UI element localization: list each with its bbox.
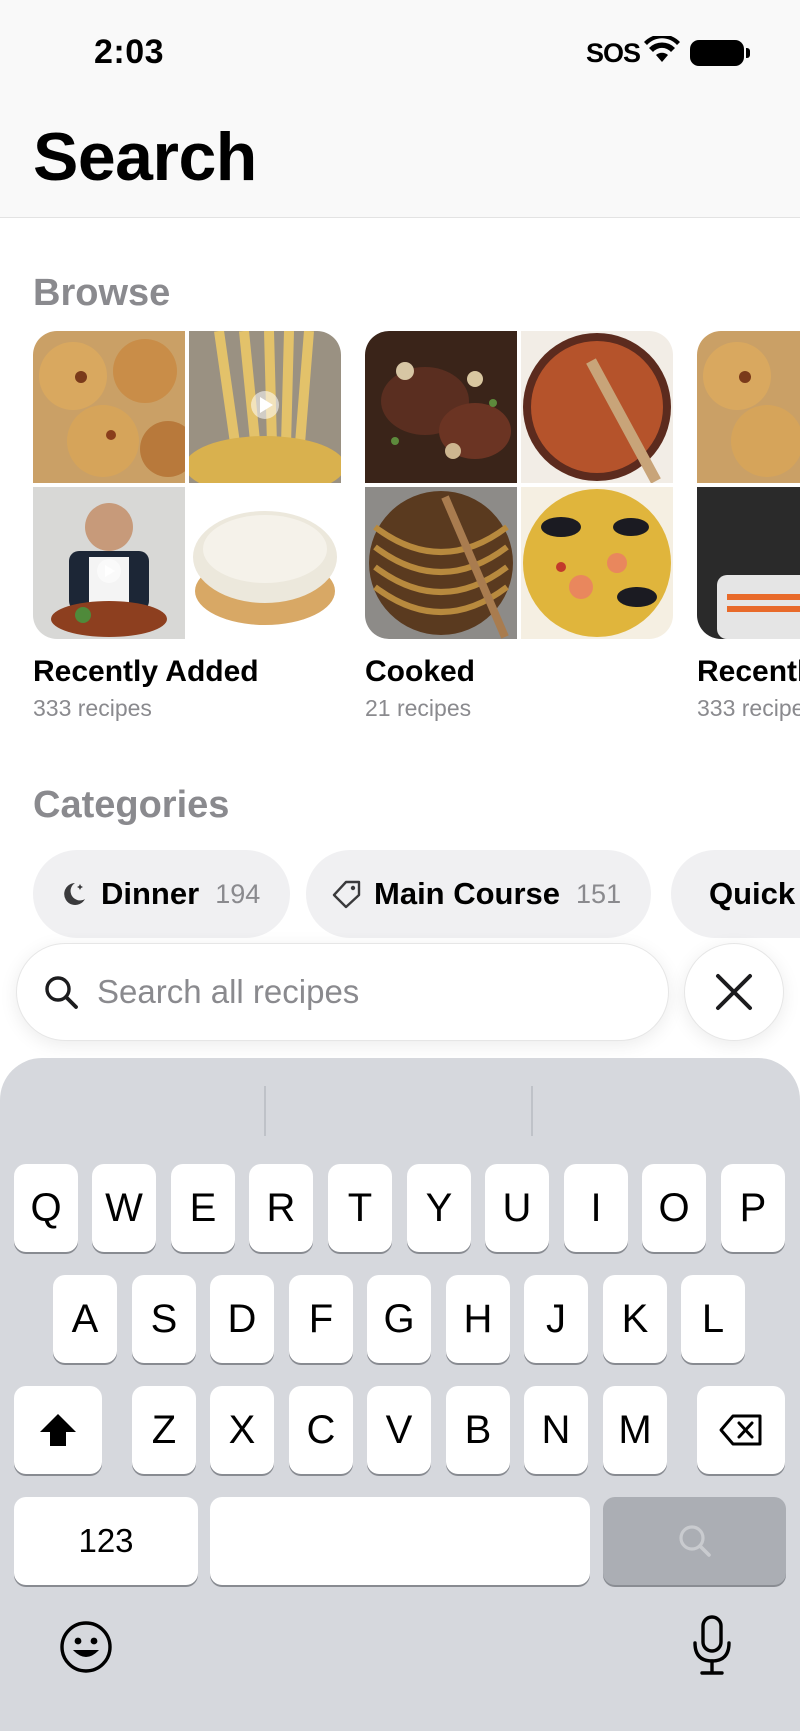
key-l[interactable]: L (681, 1275, 745, 1363)
browse-card-count: 333 recipes (33, 695, 152, 721)
key-y[interactable]: Y (407, 1164, 471, 1252)
microphone-icon[interactable] (690, 1615, 734, 1677)
backspace-icon (719, 1414, 762, 1446)
chip-label: Quick (709, 876, 796, 911)
status-sos: SOS (586, 38, 641, 68)
emoji-icon[interactable] (58, 1619, 114, 1675)
search-bar[interactable] (16, 943, 669, 1041)
browse-card-recently[interactable]: Recently 333 recipes (697, 331, 800, 722)
page-title: Search (33, 119, 257, 195)
key-s[interactable]: S (132, 1275, 196, 1363)
key-z[interactable]: Z (132, 1386, 196, 1474)
recipe-thumbnail (365, 487, 517, 639)
key-k[interactable]: K (603, 1275, 667, 1363)
category-chip-main-course[interactable]: Main Course 151 (306, 850, 652, 938)
chip-label: Dinner (101, 876, 200, 911)
chip-count: 151 (576, 878, 622, 909)
close-icon (716, 974, 752, 1010)
categories-heading: Categories (33, 784, 230, 826)
key-v[interactable]: V (367, 1386, 431, 1474)
key-q[interactable]: Q (14, 1164, 78, 1252)
key-w[interactable]: W (92, 1164, 156, 1252)
header: 2:03 SOS Search (0, 0, 800, 218)
key-d[interactable]: D (210, 1275, 274, 1363)
browse-card-count: 333 recipes (697, 695, 800, 721)
recipe-thumbnail (521, 331, 673, 483)
key-u[interactable]: U (485, 1164, 549, 1252)
search-input[interactable] (97, 973, 637, 1011)
category-chip-quick[interactable]: Quick (671, 850, 800, 938)
recipe-thumbnail (189, 487, 341, 639)
browse-heading: Browse (33, 272, 171, 314)
search-icon (678, 1525, 711, 1557)
browse-card-recently-added[interactable]: Recently Added 333 recipes (33, 331, 341, 722)
search-key[interactable] (603, 1497, 786, 1585)
chip-label: Main Course (374, 876, 561, 911)
key-i[interactable]: I (564, 1164, 628, 1252)
browse-card-title: Cooked (365, 655, 476, 688)
key-t[interactable]: T (328, 1164, 392, 1252)
key-g[interactable]: G (367, 1275, 431, 1363)
key-b[interactable]: B (446, 1386, 510, 1474)
key-a[interactable]: A (53, 1275, 117, 1363)
tag-icon (332, 880, 361, 909)
recipe-mosaic (697, 331, 800, 639)
key-x[interactable]: X (210, 1386, 274, 1474)
search-icon (45, 976, 78, 1009)
recipe-thumbnail (33, 331, 185, 483)
key-r[interactable]: R (249, 1164, 313, 1252)
browse-card-count: 21 recipes (365, 695, 472, 721)
category-chip-dinner[interactable]: Dinner 194 (33, 850, 291, 938)
key-c[interactable]: C (289, 1386, 353, 1474)
close-search-button[interactable] (684, 943, 784, 1041)
browse-card-cooked[interactable]: Cooked 21 recipes (365, 331, 673, 722)
recipe-mosaic (33, 331, 341, 639)
key-j[interactable]: J (524, 1275, 588, 1363)
recipe-thumbnail (697, 487, 800, 639)
key-p[interactable]: P (721, 1164, 785, 1252)
chip-count: 194 (215, 878, 261, 909)
key-f[interactable]: F (289, 1275, 353, 1363)
moon-icon (64, 883, 85, 905)
battery-icon (690, 40, 750, 66)
suggestion-divider (531, 1086, 533, 1136)
browse-card-title: Recently (697, 655, 800, 688)
keyboard: Q W E R T Y U I O P A S D F G H J K L Z … (0, 1058, 800, 1731)
wifi-icon (644, 36, 680, 62)
key-n[interactable]: N (524, 1386, 588, 1474)
recipe-thumbnail (189, 331, 341, 483)
delete-key[interactable] (697, 1386, 785, 1474)
browse-card-title: Recently Added (33, 655, 259, 688)
status-time: 2:03 (94, 33, 165, 71)
recipe-mosaic (365, 331, 673, 639)
space-key[interactable] (210, 1497, 590, 1585)
recipe-thumbnail (33, 487, 185, 639)
key-h[interactable]: H (446, 1275, 510, 1363)
key-o[interactable]: O (642, 1164, 706, 1252)
suggestion-divider (264, 1086, 266, 1136)
shift-key[interactable] (14, 1386, 102, 1474)
recipe-thumbnail (521, 487, 673, 639)
numbers-key[interactable]: 123 (14, 1497, 198, 1585)
key-e[interactable]: E (171, 1164, 235, 1252)
recipe-thumbnail (697, 331, 800, 483)
shift-icon (40, 1414, 76, 1446)
recipe-thumbnail (365, 331, 517, 483)
key-m[interactable]: M (603, 1386, 667, 1474)
